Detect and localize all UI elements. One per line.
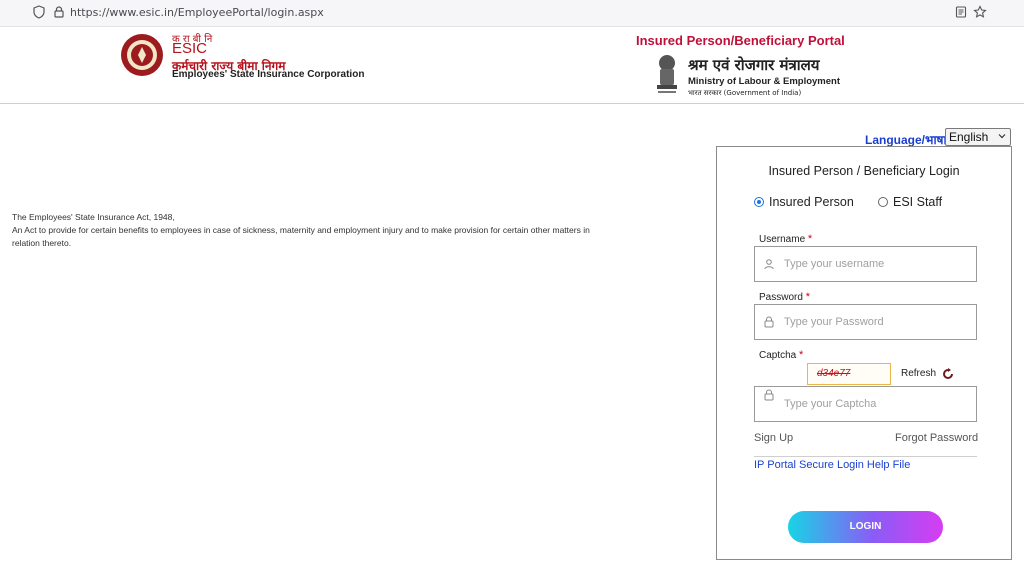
password-placeholder: Type your Password	[784, 316, 884, 328]
language-select[interactable]: English	[945, 128, 1011, 146]
captcha-label: Captcha *	[759, 349, 804, 361]
radio-esi-staff[interactable]: ESI Staff	[878, 195, 942, 209]
password-label: Password *	[759, 291, 810, 303]
esic-english-name: Employees' State Insurance Corporation	[172, 69, 365, 80]
act-line: An Act to provide for certain benefits t…	[12, 225, 590, 235]
divider	[754, 456, 977, 457]
captcha-placeholder: Type your Captcha	[784, 398, 877, 410]
address-bar[interactable]: https://www.esic.in/EmployeePortal/login…	[70, 6, 324, 19]
shield-icon[interactable]	[32, 5, 46, 19]
radio-label: Insured Person	[769, 195, 854, 209]
esic-logo-icon[interactable]	[120, 33, 164, 77]
help-file-link[interactable]: IP Portal Secure Login Help File	[754, 459, 910, 471]
required-mark: *	[799, 349, 804, 361]
portal-title: Insured Person/Beneficiary Portal	[636, 33, 845, 48]
user-icon	[764, 259, 774, 270]
reader-view-icon[interactable]	[954, 5, 968, 19]
lock-icon	[764, 316, 774, 328]
refresh-icon[interactable]	[942, 368, 954, 380]
password-input[interactable]: Type your Password	[754, 304, 977, 340]
captcha-input[interactable]: Type your Captcha	[754, 386, 977, 422]
forgot-password-link[interactable]: Forgot Password	[895, 432, 978, 444]
ministry-english-name: Ministry of Labour & Employment	[688, 76, 841, 87]
browser-toolbar: https://www.esic.in/EmployeePortal/login…	[0, 0, 1024, 27]
login-title: Insured Person / Beneficiary Login	[768, 164, 960, 178]
chevron-down-icon	[998, 134, 1006, 139]
required-mark: *	[807, 233, 813, 245]
esic-name: ESIC	[172, 40, 208, 57]
radio-button-checked[interactable]	[754, 197, 764, 207]
government-of-india-label: भारत सरकार (Government of India)	[688, 89, 802, 97]
login-card: Insured Person / Beneficiary Login Insur…	[716, 146, 1012, 560]
language-selected-value: English	[949, 130, 989, 144]
lock-icon	[764, 389, 774, 401]
refresh-captcha-button[interactable]: Refresh	[901, 368, 936, 379]
signup-link[interactable]: Sign Up	[754, 432, 793, 444]
captcha-code: d34e77	[817, 368, 851, 379]
act-line: relation thereto.	[12, 238, 72, 248]
username-label: Username *	[759, 233, 813, 245]
lock-icon[interactable]	[52, 5, 66, 19]
username-input[interactable]: Type your username	[754, 246, 977, 282]
required-mark: *	[805, 291, 810, 303]
radio-button[interactable]	[878, 197, 888, 207]
site-header: क रा बी नि ESIC कर्मचारी राज्य बीमा निगम…	[0, 27, 1024, 104]
bookmark-star-icon[interactable]	[973, 5, 987, 19]
login-button[interactable]: LOGIN	[788, 511, 943, 543]
radio-label: ESI Staff	[893, 195, 943, 209]
ministry-hindi-name: श्रम एवं रोजगार मंत्रालय	[688, 56, 820, 74]
act-description: The Employees' State Insurance Act, 1948…	[12, 211, 612, 250]
act-line: The Employees' State Insurance Act, 1948…	[12, 212, 175, 222]
radio-insured-person[interactable]: Insured Person	[754, 195, 854, 209]
username-placeholder: Type your username	[784, 258, 885, 270]
national-emblem-icon	[657, 55, 677, 93]
captcha-image: d34e77	[807, 363, 891, 385]
